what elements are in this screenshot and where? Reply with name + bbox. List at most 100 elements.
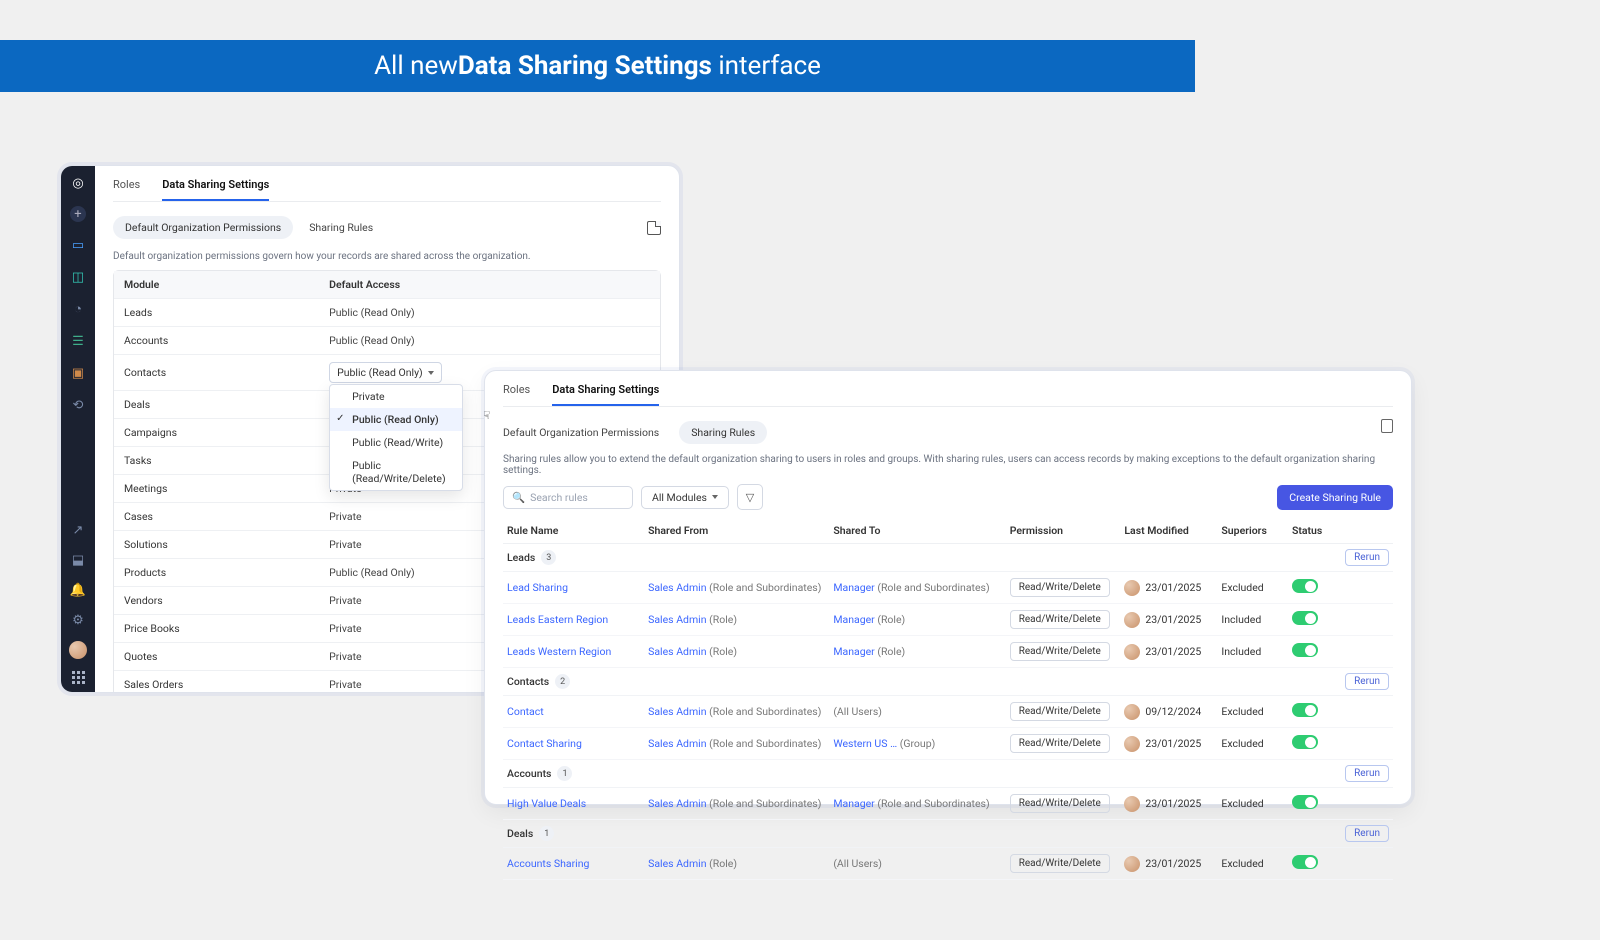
last-modified: 23/01/2025 (1145, 736, 1201, 749)
download-icon[interactable]: ⬓ (69, 551, 87, 569)
tab-roles[interactable]: Roles (113, 178, 140, 201)
rerun-button[interactable]: Rerun (1345, 765, 1389, 782)
status-toggle[interactable] (1292, 795, 1318, 809)
rerun-button[interactable]: Rerun (1345, 549, 1389, 566)
avatar (1124, 736, 1140, 752)
box-icon[interactable]: ▣ (69, 364, 87, 382)
filter-button[interactable]: ▽ (737, 484, 763, 510)
plus-icon[interactable]: + (70, 206, 86, 222)
dropdown-option[interactable]: Public (Read/Write/Delete) (330, 454, 462, 490)
status-toggle[interactable] (1292, 611, 1318, 625)
module-cell: Accounts (124, 334, 329, 347)
apps-icon[interactable] (72, 671, 85, 684)
rule-name-link[interactable]: Accounts Sharing (507, 857, 589, 870)
dropdown-option[interactable]: Public (Read/Write) (330, 431, 462, 454)
avatar (1124, 580, 1140, 596)
last-modified: 23/01/2025 (1145, 856, 1201, 869)
group-count: 1 (539, 826, 554, 841)
search-icon: 🔍 (512, 491, 525, 504)
left-rail: ◎ + ▭ ◫ ◔ ☰ ▣ ⟲ ↗ ⬓ 🔔 ⚙ (61, 166, 95, 692)
superiors-cell: Excluded (1221, 581, 1292, 594)
tab-roles[interactable]: Roles (503, 383, 530, 406)
shared-from-link[interactable]: Sales Admin (648, 857, 706, 870)
refresh-icon[interactable]: ⟲ (69, 396, 87, 414)
shared-from-link[interactable]: Sales Admin (648, 581, 706, 594)
gear-icon[interactable]: ⚙ (69, 611, 87, 629)
shared-to-link[interactable]: Manager (833, 613, 874, 626)
status-toggle[interactable] (1292, 643, 1318, 657)
rule-row: Leads Western RegionSales Admin (Role)Ma… (503, 636, 1393, 668)
rule-name-link[interactable]: Lead Sharing (507, 581, 568, 594)
status-toggle[interactable] (1292, 579, 1318, 593)
rule-row: Leads Eastern RegionSales Admin (Role)Ma… (503, 604, 1393, 636)
access-dropdown[interactable]: Public (Read Only) (329, 362, 442, 383)
tab-data-sharing[interactable]: Data Sharing Settings (162, 178, 269, 201)
modules-dropdown[interactable]: All Modules (641, 486, 729, 509)
shared-from-link[interactable]: Sales Admin (648, 797, 706, 810)
banner-pre: All new (374, 51, 458, 81)
rule-name-link[interactable]: Contact (507, 705, 544, 718)
rerun-button[interactable]: Rerun (1345, 825, 1389, 842)
status-toggle[interactable] (1292, 703, 1318, 717)
search-placeholder: Search rules (530, 491, 588, 504)
rule-row: ContactSales Admin (Role and Subordinate… (503, 696, 1393, 728)
dropdown-option[interactable]: Public (Read Only)☟ (330, 408, 462, 431)
permission-chip: Read/Write/Delete (1010, 702, 1110, 721)
shared-from-link[interactable]: Sales Admin (648, 737, 706, 750)
status-toggle[interactable] (1292, 855, 1318, 869)
export-icon[interactable]: ↗ (69, 521, 87, 539)
rule-row: High Value DealsSales Admin (Role and Su… (503, 788, 1393, 820)
shared-from-link[interactable]: Sales Admin (648, 645, 706, 658)
bell-icon[interactable]: 🔔 (69, 581, 87, 599)
module-cell: Price Books (124, 622, 329, 635)
search-input[interactable]: 🔍 Search rules (503, 486, 633, 509)
superiors-cell: Excluded (1221, 857, 1292, 870)
module-cell: Cases (124, 510, 329, 523)
layers-icon[interactable]: ☰ (69, 332, 87, 350)
rule-name-link[interactable]: Leads Western Region (507, 645, 611, 658)
folder-icon[interactable]: ▭ (69, 236, 87, 254)
shared-to-link[interactable]: Manager (833, 645, 874, 658)
superiors-cell: Included (1221, 645, 1292, 658)
logo-icon[interactable]: ◎ (69, 174, 87, 192)
last-modified: 23/01/2025 (1145, 644, 1201, 657)
dropdown-option[interactable]: Private (330, 385, 462, 408)
th-shared-to: Shared To (833, 524, 1009, 537)
save-icon[interactable] (647, 221, 661, 235)
shared-to-link[interactable]: Manager (833, 797, 874, 810)
last-modified: 09/12/2024 (1145, 704, 1201, 717)
headline-banner: All new Data Sharing Settings interface (0, 40, 1195, 92)
banner-post: interface (718, 51, 821, 81)
module-cell: Meetings (124, 482, 329, 495)
module-cell: Sales Orders (124, 678, 329, 691)
permission-chip: Read/Write/Delete (1010, 794, 1110, 813)
subtab-sharing-rules[interactable]: Sharing Rules (309, 221, 373, 234)
subtab-sharing-rules[interactable]: Sharing Rules (679, 421, 767, 444)
last-modified: 23/01/2025 (1145, 796, 1201, 809)
subtab-default-permissions[interactable]: Default Organization Permissions (503, 426, 659, 439)
th-status: Status (1292, 524, 1389, 537)
document-icon[interactable] (1381, 419, 1393, 433)
subtab-default-permissions[interactable]: Default Organization Permissions (113, 216, 293, 239)
shared-to-link[interactable]: Western US … (833, 737, 897, 750)
shared-from-link[interactable]: Sales Admin (648, 705, 706, 718)
modules-dd-label: All Modules (652, 491, 707, 504)
tab-data-sharing[interactable]: Data Sharing Settings (552, 383, 659, 406)
shared-from-link[interactable]: Sales Admin (648, 613, 706, 626)
avatar[interactable] (69, 641, 87, 659)
create-sharing-rule-button[interactable]: Create Sharing Rule (1277, 485, 1393, 510)
dashboard-icon[interactable]: ◫ (69, 268, 87, 286)
rule-name-link[interactable]: Leads Eastern Region (507, 613, 608, 626)
rule-name-link[interactable]: High Value Deals (507, 797, 586, 810)
superiors-cell: Excluded (1221, 797, 1292, 810)
shared-to-link[interactable]: Manager (833, 581, 874, 594)
rerun-button[interactable]: Rerun (1345, 673, 1389, 690)
clock-icon[interactable]: ◔ (69, 300, 87, 318)
perm-row: LeadsPublic (Read Only) (114, 298, 660, 326)
group-row: Accounts1Rerun (503, 760, 1393, 788)
th-last-modified: Last Modified (1124, 524, 1221, 537)
module-cell: Tasks (124, 454, 329, 467)
avatar (1124, 796, 1140, 812)
status-toggle[interactable] (1292, 735, 1318, 749)
rule-name-link[interactable]: Contact Sharing (507, 737, 582, 750)
